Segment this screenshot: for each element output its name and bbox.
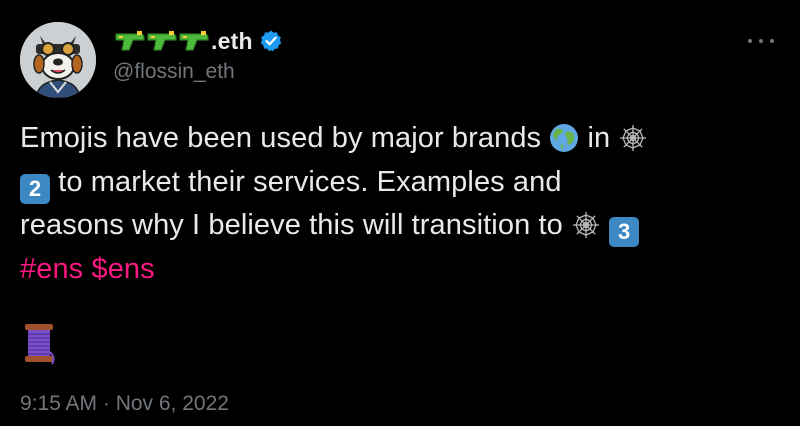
tweet-text-segment: reasons why I believe this will transiti… xyxy=(20,209,563,241)
water-pistol-icon xyxy=(113,28,147,54)
keycap-2-icon: 2 xyxy=(20,173,50,204)
more-dot-icon xyxy=(770,39,774,43)
avatar-dog-illustration xyxy=(20,22,96,98)
tweet-text-segment: Emojis have been used by major brands xyxy=(20,122,542,154)
display-name-text: .eth xyxy=(211,27,253,54)
tweet-line-2: 2 to market their services. Examples and xyxy=(20,161,780,205)
spider-web-icon xyxy=(618,123,648,153)
tweet-line-1: Emojis have been used by major brands in xyxy=(20,117,780,161)
avatar[interactable] xyxy=(20,22,96,98)
water-pistol-icon xyxy=(177,28,211,54)
tweet-timestamp[interactable]: 9:15 AM · Nov 6, 2022 xyxy=(20,392,229,416)
author-handle[interactable]: @flossin_eth xyxy=(113,60,235,84)
hashtag-link[interactable]: #ens xyxy=(20,253,83,285)
globe-icon xyxy=(549,123,579,153)
water-pistol-icon xyxy=(145,28,179,54)
more-dot-icon xyxy=(759,39,763,43)
more-options-button[interactable] xyxy=(748,34,774,48)
more-dot-icon xyxy=(748,39,752,43)
keycap-3-icon: 3 xyxy=(609,217,640,247)
spider-web-icon xyxy=(571,210,601,240)
author-display-name[interactable]: .eth xyxy=(113,26,283,56)
cashtag-link[interactable]: $ens xyxy=(91,253,154,285)
tweet-text-segment: to market their services. Examples and xyxy=(58,165,562,198)
thread-spool-icon xyxy=(22,322,56,366)
tweet-line-3: reasons why I believe this will transiti… xyxy=(20,204,780,248)
verified-badge-icon[interactable] xyxy=(259,29,283,53)
tweet-text: Emojis have been used by major brands in… xyxy=(20,117,780,291)
tweet-line-4: #ens $ens xyxy=(20,248,780,292)
tweet-text-segment: in xyxy=(587,122,611,154)
